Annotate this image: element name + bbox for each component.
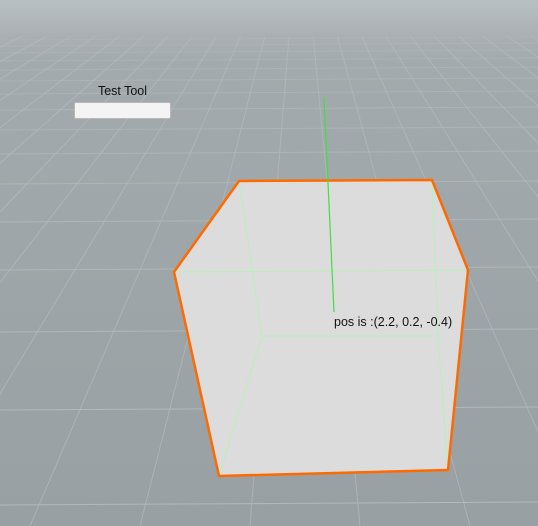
test-tool-panel: Test Tool [74, 83, 171, 119]
scene-viewport[interactable]: Test Tool pos is :(2.2, 0.2, -0.4) [0, 0, 538, 526]
tool-text-field[interactable] [74, 102, 171, 119]
position-label: pos is :(2.2, 0.2, -0.4) [334, 315, 453, 329]
tool-panel-title: Test Tool [97, 84, 148, 98]
scene-canvas[interactable] [0, 0, 538, 526]
